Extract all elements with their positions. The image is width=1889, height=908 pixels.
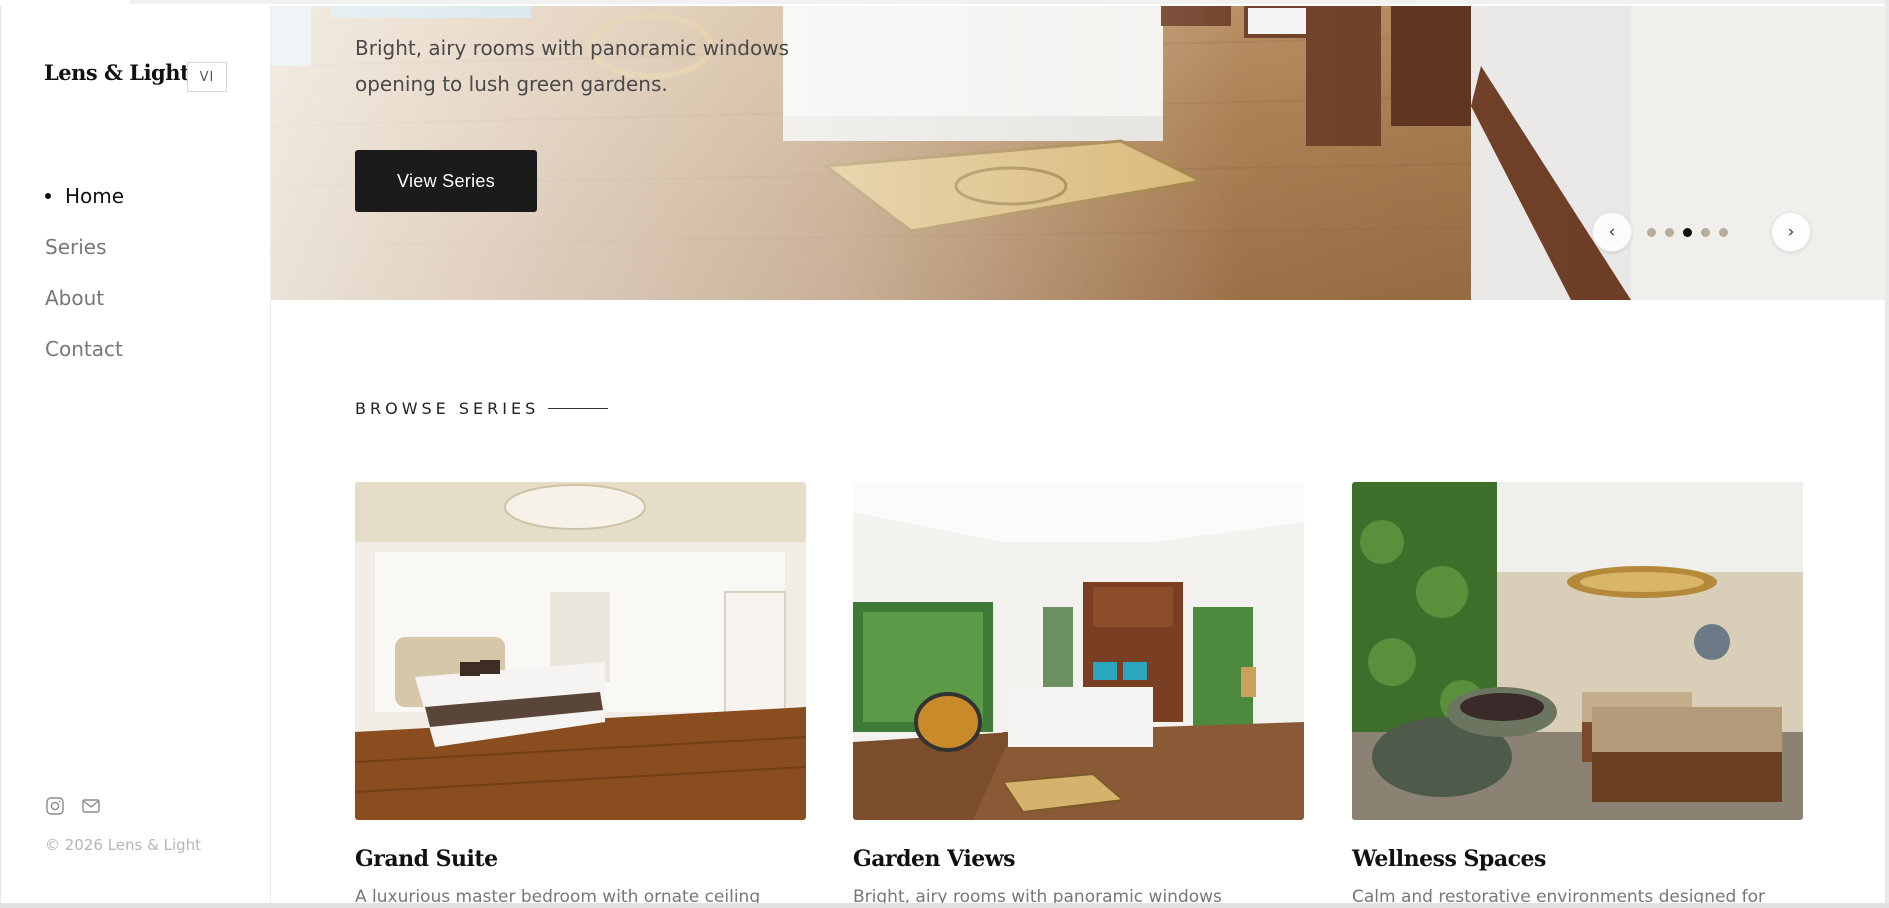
nav-item-contact[interactable]: Contact — [45, 323, 124, 374]
card-title[interactable]: Grand Suite — [355, 846, 806, 872]
section-divider — [548, 408, 608, 409]
copyright-text: © 2026 Lens & Light — [45, 836, 202, 854]
hero-carousel: Bright, airy rooms with panoramic window… — [271, 6, 1886, 300]
nav-item-about[interactable]: About — [45, 272, 124, 323]
carousel-dot-active[interactable] — [1683, 228, 1692, 237]
mail-icon[interactable] — [81, 796, 101, 816]
chevron-left-icon: ‹ — [1608, 222, 1616, 242]
carousel-prev-button[interactable]: ‹ — [1592, 212, 1632, 252]
carousel-dot[interactable] — [1665, 228, 1674, 237]
nav-item-home[interactable]: Home — [45, 170, 124, 221]
brand-logo[interactable]: Lens & Light — [44, 60, 190, 85]
series-card[interactable]: Wellness Spaces Calm and restorative env… — [1352, 482, 1803, 907]
carousel-dots — [1647, 228, 1728, 237]
series-card[interactable]: Garden Views Bright, airy rooms with pan… — [853, 482, 1304, 907]
carousel-dot[interactable] — [1647, 228, 1656, 237]
window-edge — [1885, 0, 1889, 908]
social-links — [45, 796, 101, 816]
chevron-right-icon: › — [1787, 222, 1795, 242]
wellness-spaces-image[interactable] — [1352, 482, 1803, 820]
garden-views-image[interactable] — [853, 482, 1304, 820]
grand-suite-image[interactable] — [355, 482, 806, 820]
hero-description: Bright, airy rooms with panoramic window… — [355, 36, 789, 96]
sidebar: Lens & Light VI Home Series About Contac… — [0, 6, 271, 904]
language-switcher[interactable]: VI — [187, 62, 227, 92]
sidebar-nav: Home Series About Contact — [45, 170, 124, 374]
window-edge — [0, 903, 1889, 908]
top-border — [0, 0, 1889, 4]
series-card[interactable]: Grand Suite A luxurious master bedroom w… — [355, 482, 806, 907]
instagram-icon[interactable] — [45, 796, 65, 816]
view-series-button[interactable]: View Series — [355, 150, 537, 212]
card-title[interactable]: Wellness Spaces — [1352, 846, 1803, 872]
carousel-dot[interactable] — [1701, 228, 1710, 237]
card-title[interactable]: Garden Views — [853, 846, 1304, 872]
carousel-dot[interactable] — [1719, 228, 1728, 237]
section-title: BROWSE SERIES — [355, 399, 540, 418]
carousel-next-button[interactable]: › — [1771, 212, 1811, 252]
nav-item-series[interactable]: Series — [45, 221, 124, 272]
